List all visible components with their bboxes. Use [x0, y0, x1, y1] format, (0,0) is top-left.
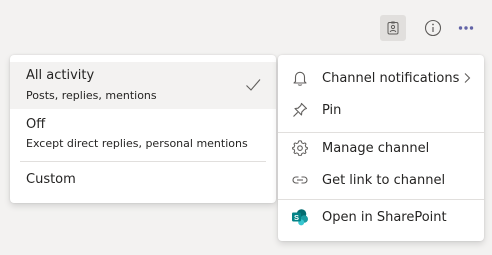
info-button[interactable] [421, 16, 445, 40]
divider [278, 199, 484, 200]
sharepoint-icon: S [290, 207, 310, 227]
contact-card-button[interactable] [380, 15, 406, 41]
gear-icon [290, 138, 310, 158]
menu-item-manage-channel[interactable]: Manage channel [278, 133, 484, 163]
menu-item-get-link[interactable]: Get link to channel [278, 165, 484, 195]
chevron-right-icon [464, 73, 471, 83]
bell-icon [290, 68, 310, 88]
menu-item-label: Manage channel [322, 140, 430, 156]
option-subtitle: Except direct replies, personal mentions [26, 137, 248, 150]
more-options-button[interactable] [454, 16, 478, 40]
menu-item-label: Pin [322, 102, 342, 118]
menu-item-label: Open in SharePoint [322, 209, 447, 225]
option-subtitle: Posts, replies, mentions [26, 89, 157, 102]
menu-item-open-sharepoint[interactable]: S Open in SharePoint [278, 202, 484, 232]
option-custom[interactable]: Custom [10, 164, 276, 198]
notification-options-menu: All activity Posts, replies, mentions Of… [10, 55, 276, 203]
info-icon [424, 19, 442, 37]
svg-text:S: S [294, 213, 299, 222]
option-title: Off [26, 117, 46, 132]
channel-options-menu: Channel notifications Pin Manage channel [278, 55, 484, 241]
link-icon [290, 170, 310, 190]
option-all-activity[interactable]: All activity Posts, replies, mentions [10, 62, 276, 109]
checkmark-icon [246, 79, 261, 91]
option-off[interactable]: Off Except direct replies, personal ment… [10, 111, 276, 157]
menu-item-pin[interactable]: Pin [278, 95, 484, 125]
menu-item-channel-notifications[interactable]: Channel notifications [278, 63, 484, 93]
contact-card-icon [387, 21, 399, 35]
option-title: All activity [26, 68, 95, 83]
more-options-icon [458, 26, 474, 30]
divider [20, 161, 266, 162]
menu-item-label: Channel notifications [322, 70, 460, 86]
option-title: Custom [26, 172, 76, 187]
menu-item-label: Get link to channel [322, 172, 446, 188]
pin-icon [290, 100, 310, 120]
